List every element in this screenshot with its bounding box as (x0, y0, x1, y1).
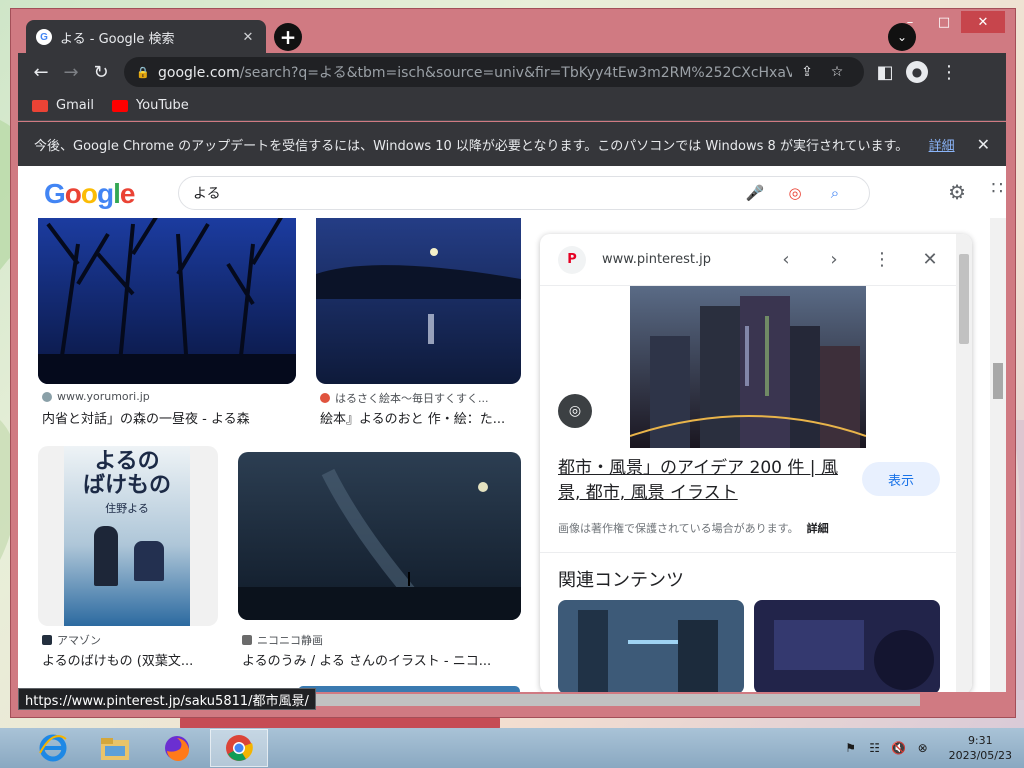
chrome-icon[interactable] (210, 729, 268, 767)
related-image-1[interactable] (558, 600, 744, 692)
site-favicon-icon (320, 393, 330, 403)
pinterest-icon: P (558, 245, 586, 274)
bookmark-label: Gmail (56, 98, 94, 113)
system-tray: ⚑ ☷ 🔇 ⊗ 9:31 2023/05/23 (839, 728, 1012, 768)
tab-title: よる - Google 検索 (60, 31, 175, 47)
related-content-heading: 関連コンテンツ (558, 570, 684, 591)
amazon-icon (42, 635, 52, 645)
close-icon[interactable]: ✕ (906, 249, 954, 270)
result-title[interactable]: 内省と対話」の森の一昼夜 - よる森 (42, 408, 296, 427)
bookmark-label: YouTube (135, 98, 189, 113)
infobar-close-icon[interactable]: ✕ (977, 135, 990, 154)
bookmark-gmail[interactable]: Gmail (32, 98, 94, 113)
more-vert-icon[interactable]: ⋮ (858, 249, 906, 270)
page-scrollbar[interactable] (990, 218, 1006, 692)
bookmark-youtube[interactable]: YouTube (111, 98, 189, 113)
lock-icon: 🔒 (136, 65, 150, 79)
site-favicon-icon (42, 391, 52, 402)
result-image-forest-night[interactable] (38, 204, 296, 384)
internet-explorer-icon[interactable] (24, 729, 82, 767)
result-title[interactable]: よるのばけもの (双葉文... (42, 650, 218, 669)
infobar-details-link[interactable]: 詳細 (929, 135, 955, 154)
result-source: アマゾン (42, 632, 218, 648)
infobar-message: 今後、Google Chrome のアップデートを受信するには、Windows … (34, 138, 909, 154)
tab-google-search[interactable]: G よる - Google 検索 ✕ (26, 20, 266, 54)
google-favicon-icon: G (36, 29, 52, 45)
related-image-2[interactable] (754, 600, 940, 692)
result-title[interactable]: よるのうみ / よる さんのイラスト - ニコ... (242, 650, 520, 669)
clock-time: 9:31 (967, 734, 993, 747)
panel-header: P www.pinterest.jp ‹ › ⋮ ✕ (540, 234, 972, 286)
google-images-page: www.yorumori.jp 内省と対話」の森の一昼夜 - よる森 はるさく絵… (18, 166, 1006, 692)
result-source: ニコニコ静画 (242, 632, 520, 648)
result-image-moon-lake[interactable] (316, 204, 521, 384)
reload-icon[interactable]: ↻ (86, 57, 116, 87)
book-cover-author: 住野よる (105, 502, 149, 515)
result-source: www.yorumori.jp (42, 390, 292, 403)
windows-taskbar: ⚑ ☷ 🔇 ⊗ 9:31 2023/05/23 (0, 728, 1024, 768)
tab-strip: G よる - Google 検索 ✕ + ⌄ (18, 12, 1016, 54)
result-image-partial[interactable] (298, 686, 520, 692)
chevron-left-icon[interactable]: ‹ (762, 249, 810, 270)
panel-scroll-thumb[interactable] (959, 254, 969, 344)
clock[interactable]: 9:31 2023/05/23 (949, 733, 1012, 763)
tab-search-button[interactable]: ⌄ (888, 23, 916, 51)
panel-scrollbar[interactable] (956, 234, 972, 692)
tab-close-icon[interactable]: ✕ (240, 30, 256, 45)
file-explorer-icon[interactable] (86, 729, 144, 767)
bookmarks-bar: Gmail YouTube (18, 91, 1006, 121)
divider (540, 552, 972, 553)
gmail-icon (32, 99, 48, 112)
menu-kebab-icon[interactable]: ⋮ (934, 57, 964, 87)
book-cover-title: よるの ばけもの (82, 449, 171, 498)
address-url: google.com/search?q=よる&tbm=isch&source=u… (158, 65, 792, 81)
address-bar[interactable]: 🔒 google.com/search?q=よる&tbm=isch&source… (124, 57, 864, 87)
page-scroll-thumb[interactable] (993, 363, 1003, 399)
forward-arrow-icon[interactable]: → (56, 57, 86, 87)
google-logo[interactable]: Google (44, 178, 135, 210)
copyright-notice: 画像は著作権で保護されている場合があります。 詳細 (558, 522, 829, 535)
new-tab-button[interactable]: + (274, 23, 302, 51)
browser-toolbar: ← → ↻ 🔒 google.com/search?q=よる&tbm=isch&… (18, 53, 1006, 91)
chevron-right-icon[interactable]: › (810, 249, 858, 270)
apps-grid-icon[interactable]: ∷ (992, 178, 1004, 199)
result-image-night-sea[interactable] (238, 452, 521, 620)
image-preview-panel: P www.pinterest.jp ‹ › ⋮ ✕ ◎ 都市・風景」のアイデア (540, 234, 972, 692)
panel-domain[interactable]: www.pinterest.jp (602, 252, 762, 267)
firefox-icon[interactable] (148, 729, 206, 767)
back-arrow-icon[interactable]: ← (26, 57, 56, 87)
google-header: Google よる 🎤 ◎ ⌕ ⚙ ∷ (18, 166, 1006, 218)
update-infobar: 今後、Google Chrome のアップデートを受信するには、Windows … (18, 122, 1006, 166)
result-image-book-cover[interactable]: よるの ばけもの 住野よる (38, 446, 218, 626)
network-icon[interactable]: ☷ (863, 741, 887, 755)
mic-icon[interactable]: 🎤 (735, 184, 775, 202)
status-x-icon[interactable]: ⊗ (911, 741, 935, 755)
horizontal-scrollbar[interactable] (300, 694, 920, 706)
lens-search-icon[interactable]: ◎ (558, 394, 592, 428)
clock-date: 2023/05/23 (948, 749, 1012, 762)
panel-image-area: ◎ (540, 286, 972, 448)
copyright-details-link[interactable]: 詳細 (807, 522, 829, 535)
search-icon[interactable]: ⌕ (815, 184, 855, 202)
search-input[interactable]: よる 🎤 ◎ ⌕ (178, 176, 870, 210)
result-source: はるさく絵本〜毎日すくすく... (320, 390, 520, 406)
share-icon[interactable]: ⇪ (792, 64, 822, 80)
volume-muted-icon[interactable]: 🔇 (887, 741, 911, 755)
status-bar-url: https://www.pinterest.jp/saku5811/都市風景/ (18, 688, 316, 710)
side-panel-icon[interactable]: ◧ (870, 57, 900, 87)
lens-icon[interactable]: ◎ (775, 184, 815, 202)
search-query: よる (193, 186, 221, 202)
panel-result-title[interactable]: 都市・風景」のアイデア 200 件 | 風景, 都市, 風景 イラスト (558, 456, 848, 506)
preview-image-city[interactable] (630, 286, 866, 448)
niconico-icon (242, 635, 252, 645)
result-title[interactable]: 絵本』よるのおと 作・絵：た... (320, 408, 520, 427)
gear-icon[interactable]: ⚙ (948, 180, 966, 204)
profile-avatar-icon[interactable]: ● (906, 61, 928, 83)
flag-icon[interactable]: ⚑ (839, 741, 863, 755)
show-button[interactable]: 表示 (862, 462, 940, 496)
youtube-icon (111, 99, 128, 112)
bookmark-star-icon[interactable]: ☆ (822, 64, 852, 80)
